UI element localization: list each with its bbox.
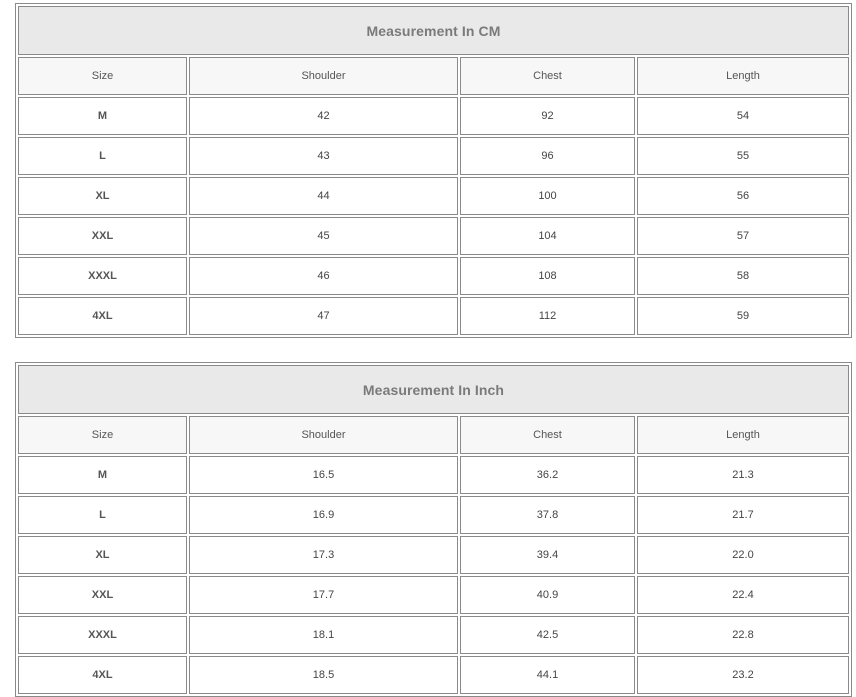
shoulder-cell: 44 [189,177,458,215]
length-cell: 23.2 [637,656,849,694]
table-row: L 43 96 55 [18,137,849,175]
length-cell: 22.8 [637,616,849,654]
table-row: XL 44 100 56 [18,177,849,215]
shoulder-cell: 45 [189,217,458,255]
size-cell: L [18,496,187,534]
table-header-row: Size Shoulder Chest Length [18,416,849,454]
shoulder-cell: 46 [189,257,458,295]
column-header-size: Size [18,57,187,95]
chest-cell: 40.9 [460,576,635,614]
size-cell: L [18,137,187,175]
table-row: 4XL 47 112 59 [18,297,849,335]
length-cell: 21.7 [637,496,849,534]
length-cell: 22.0 [637,536,849,574]
shoulder-cell: 17.7 [189,576,458,614]
length-cell: 59 [637,297,849,335]
size-cell: 4XL [18,656,187,694]
chest-cell: 39.4 [460,536,635,574]
column-header-shoulder: Shoulder [189,416,458,454]
size-cell: XL [18,536,187,574]
table-row: XL 17.3 39.4 22.0 [18,536,849,574]
table-row: XXL 45 104 57 [18,217,849,255]
table-row: XXXL 46 108 58 [18,257,849,295]
length-cell: 57 [637,217,849,255]
length-cell: 54 [637,97,849,135]
size-cell: XXL [18,217,187,255]
length-cell: 21.3 [637,456,849,494]
table-title-row: Measurement In CM [18,6,849,55]
column-header-size: Size [18,416,187,454]
chest-cell: 92 [460,97,635,135]
size-cell: XXXL [18,616,187,654]
length-cell: 58 [637,257,849,295]
size-cell: 4XL [18,297,187,335]
shoulder-cell: 18.5 [189,656,458,694]
chest-cell: 42.5 [460,616,635,654]
chest-cell: 108 [460,257,635,295]
size-cell: XL [18,177,187,215]
size-chart-cm-table: Measurement In CM Size Shoulder Chest Le… [15,3,852,338]
chest-cell: 104 [460,217,635,255]
chest-cell: 112 [460,297,635,335]
shoulder-cell: 18.1 [189,616,458,654]
table-row: XXL 17.7 40.9 22.4 [18,576,849,614]
table-row: XXXL 18.1 42.5 22.8 [18,616,849,654]
table-title-row: Measurement In Inch [18,365,849,414]
size-chart-inch-table: Measurement In Inch Size Shoulder Chest … [15,362,852,697]
length-cell: 22.4 [637,576,849,614]
size-cell: M [18,97,187,135]
size-cell: XXL [18,576,187,614]
shoulder-cell: 43 [189,137,458,175]
shoulder-cell: 16.5 [189,456,458,494]
shoulder-cell: 42 [189,97,458,135]
column-header-chest: Chest [460,57,635,95]
table-header-row: Size Shoulder Chest Length [18,57,849,95]
column-header-shoulder: Shoulder [189,57,458,95]
chest-cell: 44.1 [460,656,635,694]
column-header-chest: Chest [460,416,635,454]
table-row: M 16.5 36.2 21.3 [18,456,849,494]
table-title: Measurement In CM [18,6,849,55]
shoulder-cell: 16.9 [189,496,458,534]
shoulder-cell: 17.3 [189,536,458,574]
column-header-length: Length [637,57,849,95]
table-row: L 16.9 37.8 21.7 [18,496,849,534]
length-cell: 55 [637,137,849,175]
shoulder-cell: 47 [189,297,458,335]
table-row: 4XL 18.5 44.1 23.2 [18,656,849,694]
chest-cell: 37.8 [460,496,635,534]
chest-cell: 96 [460,137,635,175]
size-cell: XXXL [18,257,187,295]
length-cell: 56 [637,177,849,215]
size-cell: M [18,456,187,494]
table-title: Measurement In Inch [18,365,849,414]
table-row: M 42 92 54 [18,97,849,135]
chest-cell: 36.2 [460,456,635,494]
chest-cell: 100 [460,177,635,215]
column-header-length: Length [637,416,849,454]
